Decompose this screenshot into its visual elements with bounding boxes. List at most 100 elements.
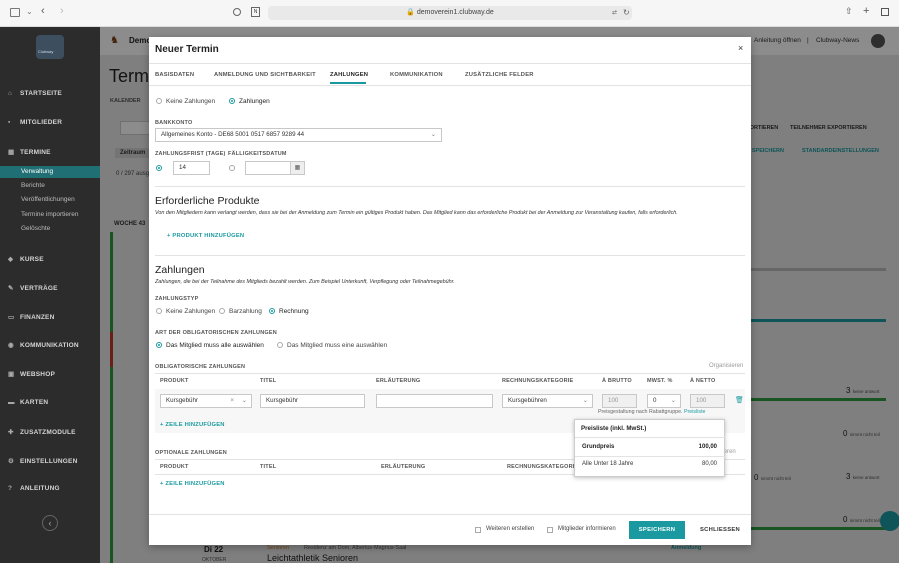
forward-icon[interactable]: › <box>60 5 64 17</box>
radio-type-barzahlung[interactable]: Barzahlung <box>219 308 262 315</box>
add-product-button[interactable]: + PRODUKT HINZUFÜGEN <box>167 233 244 239</box>
oblig-label: OBLIGATORISCHE ZAHLUNGEN <box>155 364 246 370</box>
opt-col-rechnungskategorie: RECHNUNGSKATEGORIE <box>507 464 579 470</box>
divider <box>149 514 751 515</box>
close-icon[interactable]: × <box>738 43 743 53</box>
frist-label: ZAHLUNGSFRIST (TAGE) <box>155 151 226 157</box>
tab-zusaetzliche-felder[interactable]: ZUSÄTZLICHE FELDER <box>465 72 534 78</box>
new-tab-icon[interactable]: + <box>863 5 869 17</box>
collapse-sidebar-button[interactable]: ‹ <box>42 515 58 531</box>
divider <box>575 456 726 457</box>
sidebar-item-termine[interactable]: ▦ TERMINE <box>8 148 51 156</box>
preisliste-link[interactable]: Preisliste <box>684 409 706 415</box>
radio-faellig[interactable] <box>229 165 239 172</box>
sidebar-item-kommunikation[interactable]: ◉ KOMMUNIKATION <box>8 341 79 349</box>
back-icon[interactable]: ‹ <box>41 5 45 17</box>
popover-title: Preisliste (inkl. MwSt.) <box>581 425 647 432</box>
add-optional-row-button[interactable]: + ZEILE HINZUFÜGEN <box>160 481 225 487</box>
lock-icon: 🔒 <box>406 9 415 16</box>
frist-input[interactable]: 14 <box>173 161 210 175</box>
col-brutto: À BRUTTO <box>602 378 632 384</box>
pricing-note: Preisgestaltung nach Rabattgruppe. Preis… <box>598 409 706 415</box>
payment-type-label: ZAHLUNGSTYP <box>155 296 199 302</box>
save-button[interactable]: SPEICHERN <box>629 521 685 539</box>
faellig-input[interactable]: ▦ <box>245 161 305 175</box>
radio-type-rechnung[interactable]: Rechnung <box>269 308 309 315</box>
radio-zahlungen[interactable]: Zahlungen <box>229 98 270 105</box>
contract-icon: ✎ <box>8 285 14 292</box>
produkt-select[interactable]: Kursgebühr × ⌄ <box>160 394 252 408</box>
radio-art-eine[interactable]: Das Mitglied muss eine auswählen <box>277 342 387 349</box>
price-row-value: 80,00 <box>701 461 717 467</box>
sidebar-item-finanzen[interactable]: ▭ FINANZEN <box>8 313 54 321</box>
divider <box>155 255 745 256</box>
price-row-name: Alle Unter 18 Jahre <box>582 461 634 467</box>
modal-title: Neuer Termin <box>155 44 219 55</box>
titel-input[interactable]: Kursgebühr <box>260 394 365 408</box>
mwst-select[interactable]: 0 ⌄ <box>647 394 681 408</box>
opt-col-titel: TITEL <box>260 464 277 470</box>
opt-col-produkt: PRODUKT <box>160 464 189 470</box>
chevron-down-icon: ⌄ <box>670 397 676 404</box>
col-erlaeuterung: ERLÄUTERUNG <box>376 378 421 384</box>
tab-zahlungen[interactable]: ZAHLUNGEN <box>330 72 368 78</box>
sidebar-item-karten[interactable]: ▬ KARTEN <box>8 399 48 406</box>
logo[interactable]: Clubway <box>36 35 64 59</box>
reader-icon[interactable]: N <box>251 7 260 17</box>
chevron-down-icon[interactable]: ⌄ <box>26 7 33 16</box>
calendar-icon[interactable]: ▦ <box>290 162 304 174</box>
erlaeuterung-input[interactable] <box>376 394 493 408</box>
divider <box>149 63 751 64</box>
sidebar-item-einstellungen[interactable]: ⚙ EINSTELLUNGEN <box>8 457 78 465</box>
radio-art-alle[interactable]: Das Mitglied muss alle auswählen <box>156 342 264 349</box>
shield-icon[interactable] <box>233 8 241 16</box>
sidebar: Clubway ⌂ STARTSEITE ▪ MITGLIEDER ▦ TERMINE… <box>0 27 100 563</box>
sidebar-item-webshop[interactable]: ▣ WEBSHOP <box>8 370 55 378</box>
sidebar-sub-termine-importieren[interactable]: Termine importieren <box>21 211 78 218</box>
checkbox-weitere[interactable]: Weiteren erstellen <box>475 526 534 533</box>
sidebar-item-vertraege[interactable]: ✎ VERTRÄGE <box>8 284 58 292</box>
checkbox-icon <box>547 527 553 533</box>
radio-type-keine[interactable]: Keine Zahlungen <box>156 308 215 315</box>
sidebar-item-anleitung[interactable]: ? ANLEITUNG <box>8 485 60 492</box>
col-mwst: MWST. % <box>647 378 673 384</box>
sidebar-item-zusatzmodule[interactable]: ✚ ZUSATZMODULE <box>8 428 76 436</box>
reload-icon[interactable]: ↻ <box>623 8 630 17</box>
share-icon[interactable]: ⇧ <box>845 6 853 17</box>
address-bar[interactable]: 🔒 demoverein1.clubway.de <box>268 6 632 20</box>
sidebar-item-startseite[interactable]: ⌂ STARTSEITE <box>8 90 62 97</box>
netto-input[interactable]: 100 <box>690 394 725 408</box>
products-title: Erforderliche Produkte <box>155 195 260 207</box>
payments-description: Zahlungen, die bei der Teilnahme des Mit… <box>155 279 455 285</box>
sidebar-sub-berichte[interactable]: Berichte <box>21 182 45 189</box>
sidebar-toggle-icon[interactable] <box>10 8 20 17</box>
sidebar-sub-veroeffentlichungen[interactable]: Veröffentlichungen <box>21 196 75 203</box>
brutto-input[interactable]: 100 <box>602 394 637 408</box>
payments-title: Zahlungen <box>155 264 205 276</box>
radio-keine-zahlungen[interactable]: Keine Zahlungen <box>156 98 215 105</box>
tab-basisdaten[interactable]: BASISDATEN <box>155 72 194 78</box>
translate-icon[interactable]: ⇄ <box>612 9 617 16</box>
organize-link[interactable]: Organisieren <box>709 363 743 369</box>
sidebar-sub-geloeschte[interactable]: Gelöschte <box>21 225 50 232</box>
radio-icon <box>156 165 162 172</box>
sidebar-item-kurse[interactable]: ◆ KURSE <box>8 255 44 263</box>
tab-anmeldung[interactable]: ANMELDUNG UND SICHTBARKEIT <box>214 72 316 78</box>
radio-icon <box>156 342 162 349</box>
calendar-icon: ▦ <box>8 149 15 156</box>
kategorie-select[interactable]: Kursgebühren ⌄ <box>502 394 593 408</box>
chevron-down-icon: ⌄ <box>582 397 588 404</box>
radio-frist[interactable] <box>156 165 166 172</box>
trash-icon[interactable]: 🗑 <box>735 396 744 404</box>
bank-label: BANKKONTO <box>155 120 193 126</box>
close-button[interactable]: SCHLIESSEN <box>700 527 740 533</box>
sidebar-sub-verwaltung[interactable]: Verwaltung <box>21 168 53 175</box>
clear-icon[interactable]: × <box>230 395 234 407</box>
add-row-button[interactable]: + ZEILE HINZUFÜGEN <box>160 422 225 428</box>
bank-select[interactable]: Allgemeines Konto - DE68 5001 0517 6857 … <box>155 128 442 142</box>
tabs-overview-icon[interactable] <box>881 8 889 16</box>
tab-kommunikation[interactable]: KOMMUNIKATION <box>390 72 443 78</box>
col-titel: TITEL <box>260 378 277 384</box>
sidebar-item-mitglieder[interactable]: ▪ MITGLIEDER <box>8 119 62 126</box>
checkbox-informieren[interactable]: Mitglieder informieren <box>547 526 616 533</box>
